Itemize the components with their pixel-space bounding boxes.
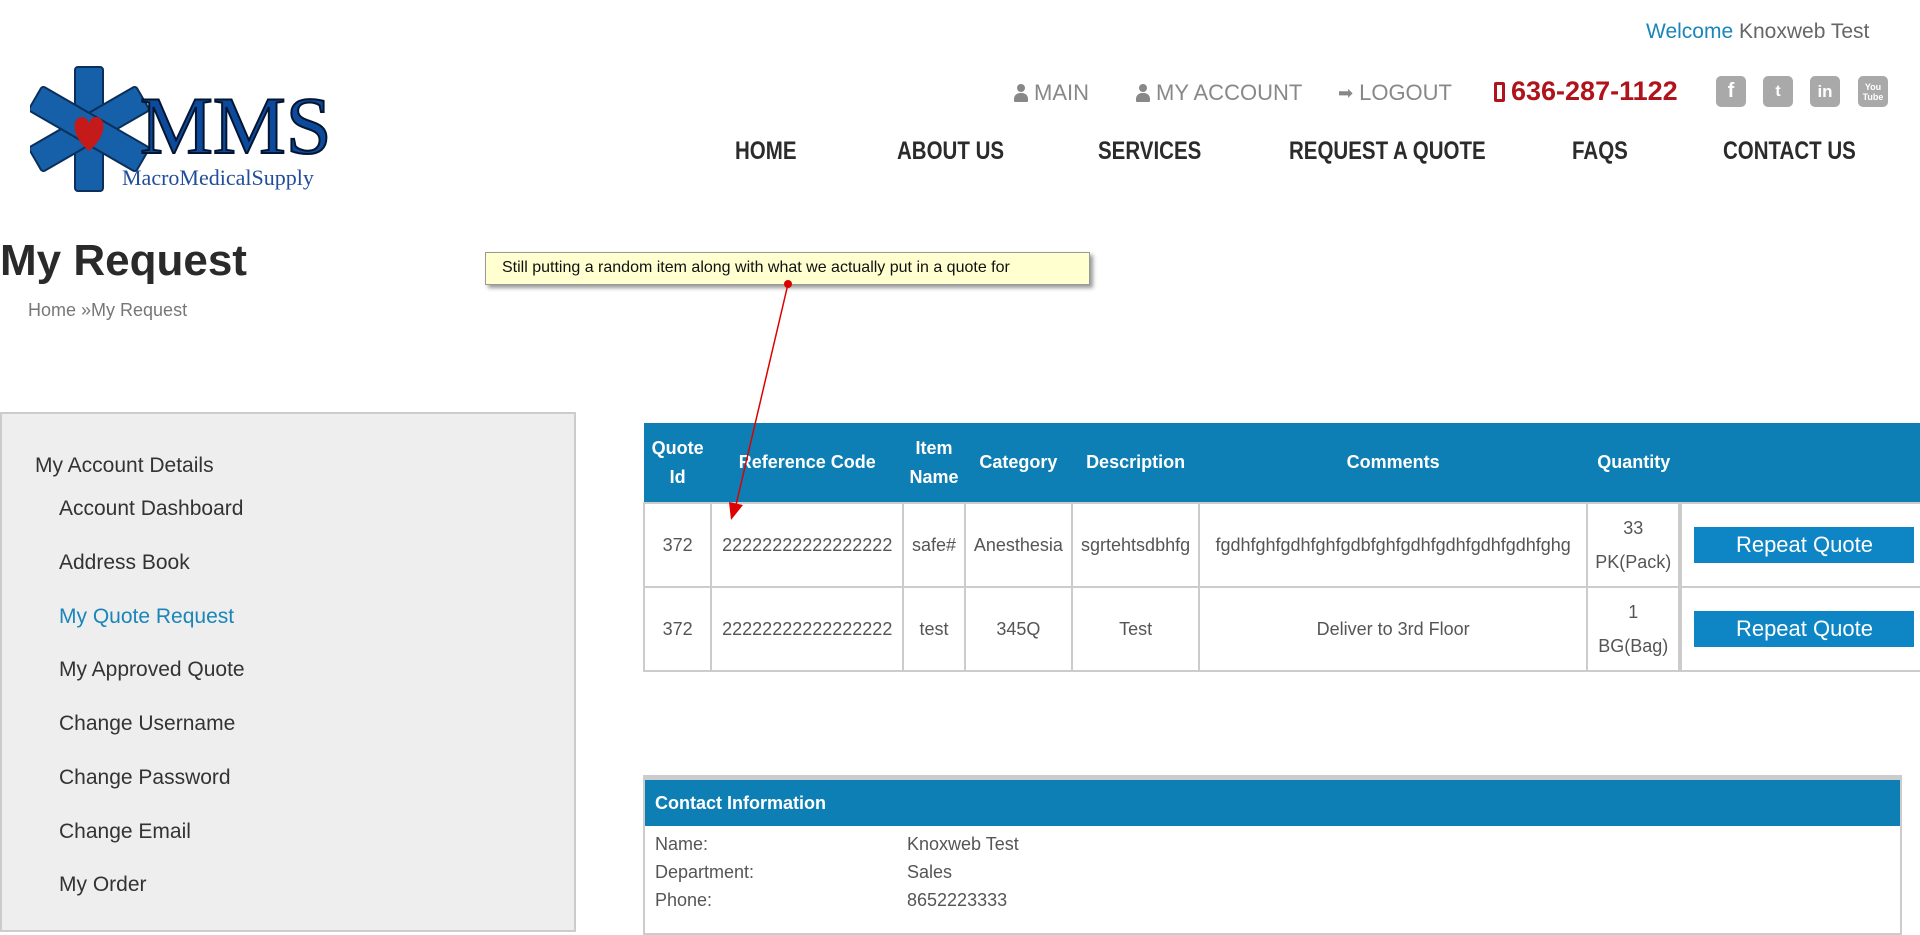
sidebar-item-my-order[interactable]: My Order <box>59 873 147 897</box>
cell-actions: Repeat Quote <box>1678 586 1920 672</box>
contact-label: Department: <box>655 861 755 882</box>
contact-heading: Contact Information <box>645 780 1900 826</box>
sidebar-heading: My Account Details <box>35 454 214 477</box>
my-account-link[interactable]: MY ACCOUNT <box>1136 80 1302 106</box>
main-link[interactable]: MAIN <box>1014 80 1089 106</box>
header-description: Description <box>1071 423 1200 503</box>
mms-logo[interactable]: MMS MacroMedicalSupply <box>30 65 365 193</box>
account-sidebar: My Account Details Account Dashboard Add… <box>0 412 576 932</box>
sidebar-item-account-dashboard[interactable]: Account Dashboard <box>59 497 243 521</box>
welcome-label: Welcome <box>1646 20 1734 43</box>
contact-label: Name: <box>655 833 709 854</box>
header-quote-id: Quote Id <box>644 423 712 503</box>
nav-home[interactable]: HOME <box>735 137 797 166</box>
cell-quote-id: 372 <box>642 586 713 672</box>
sidebar-item-change-password[interactable]: Change Password <box>59 766 231 790</box>
contact-information-panel: Contact Information Name: Knoxweb Test De… <box>643 775 1902 935</box>
nav-contact-us[interactable]: CONTACT US <box>1723 137 1856 166</box>
facebook-icon[interactable]: f <box>1716 76 1746 107</box>
user-icon <box>1014 84 1028 102</box>
page-title: My Request <box>0 236 247 285</box>
contact-label: Phone: <box>655 889 713 910</box>
cell-actions: Repeat Quote <box>1678 502 1920 588</box>
quantity-value: 33 <box>1623 518 1644 538</box>
contact-value: Knoxweb Test <box>907 833 1019 854</box>
cell-quantity: 1 BG(Bag) <box>1586 586 1682 672</box>
annotation-callout: Still putting a random item along with w… <box>485 252 1090 285</box>
repeat-quote-button[interactable]: Repeat Quote <box>1694 611 1915 647</box>
youtube-icon[interactable]: You Tube <box>1858 76 1888 107</box>
cell-comments: Deliver to 3rd Floor <box>1198 586 1589 672</box>
header-actions <box>1680 423 1920 503</box>
cell-quote-id: 372 <box>642 502 713 588</box>
contact-row-name: Name: Knoxweb Test <box>645 830 1900 858</box>
logo-subtext: MacroMedicalSupply <box>122 165 314 190</box>
header-item-name: Item Name <box>903 423 965 503</box>
cell-quantity: 33 PK(Pack) <box>1586 502 1682 588</box>
breadcrumb-current: My Request <box>91 300 188 320</box>
cell-category: Anesthesia <box>963 502 1073 588</box>
sidebar-item-my-quote-request[interactable]: My Quote Request <box>59 605 234 629</box>
cell-description: sgrtehtsdbhfg <box>1070 502 1201 588</box>
main-label: MAIN <box>1034 80 1089 105</box>
logout-icon: ➡ <box>1338 82 1354 103</box>
contact-row-department: Department: Sales <box>645 858 1900 886</box>
cell-item-name: test <box>902 586 966 672</box>
nav-faqs[interactable]: FAQS <box>1572 137 1628 166</box>
header-comments: Comments <box>1199 423 1588 503</box>
contact-row-phone: Phone: 8652223333 <box>645 886 1900 914</box>
header-reference-code: Reference Code <box>711 423 904 503</box>
sidebar-item-address-book[interactable]: Address Book <box>59 551 190 575</box>
user-name: Knoxweb Test <box>1738 20 1870 43</box>
contact-value: 8652223333 <box>907 889 1008 910</box>
quote-request-table: Quote Id Reference Code Item Name Catego… <box>642 423 1920 672</box>
user-icon <box>1136 84 1150 102</box>
table-header-row: Quote Id Reference Code Item Name Catego… <box>644 423 1920 503</box>
repeat-quote-button[interactable]: Repeat Quote <box>1694 527 1915 563</box>
contact-value: Sales <box>907 861 953 882</box>
twitter-icon[interactable]: t <box>1763 76 1793 107</box>
breadcrumb-separator: » <box>76 300 92 320</box>
phone-text: 636-287-1122 <box>1511 76 1678 106</box>
breadcrumb: Home »My Request <box>28 300 187 321</box>
nav-about-us[interactable]: ABOUT US <box>897 137 1004 166</box>
quantity-unit: BG(Bag) <box>1598 636 1669 656</box>
cell-reference-code: 22222222222222222 <box>710 586 905 672</box>
header-quantity: Quantity <box>1587 423 1681 503</box>
sidebar-item-change-email[interactable]: Change Email <box>59 820 191 844</box>
table-row: 372 22222222222222222 safe# Anesthesia s… <box>642 502 1920 588</box>
my-account-label: MY ACCOUNT <box>1156 80 1303 105</box>
logout-link[interactable]: ➡ LOGOUT <box>1338 80 1452 106</box>
cell-item-name: safe# <box>902 502 966 588</box>
breadcrumb-home[interactable]: Home <box>28 300 76 320</box>
nav-services[interactable]: SERVICES <box>1098 137 1201 166</box>
mobile-phone-icon <box>1494 81 1505 102</box>
linkedin-icon[interactable]: in <box>1810 76 1840 107</box>
cell-comments: fgdhfghfgdhfghfgdbfghfgdhfgdhfgdhfgdhfgh… <box>1198 502 1589 588</box>
quantity-unit: PK(Pack) <box>1595 552 1672 572</box>
welcome-message: Welcome Knoxweb Test <box>1646 20 1869 44</box>
sidebar-item-change-username[interactable]: Change Username <box>59 712 235 736</box>
cell-description: Test <box>1070 586 1201 672</box>
phone-number[interactable]: 636-287-1122 <box>1494 76 1678 107</box>
table-row: 372 22222222222222222 test 345Q Test Del… <box>642 586 1920 672</box>
sidebar-item-my-approved-quote[interactable]: My Approved Quote <box>59 658 245 682</box>
logout-label: LOGOUT <box>1359 80 1452 105</box>
cell-category: 345Q <box>963 586 1073 672</box>
quantity-value: 1 <box>1628 602 1639 622</box>
cell-reference-code: 22222222222222222 <box>710 502 905 588</box>
nav-request-a-quote[interactable]: REQUEST A QUOTE <box>1289 137 1486 166</box>
header-category: Category <box>964 423 1072 503</box>
logo-text: MMS <box>140 80 331 171</box>
